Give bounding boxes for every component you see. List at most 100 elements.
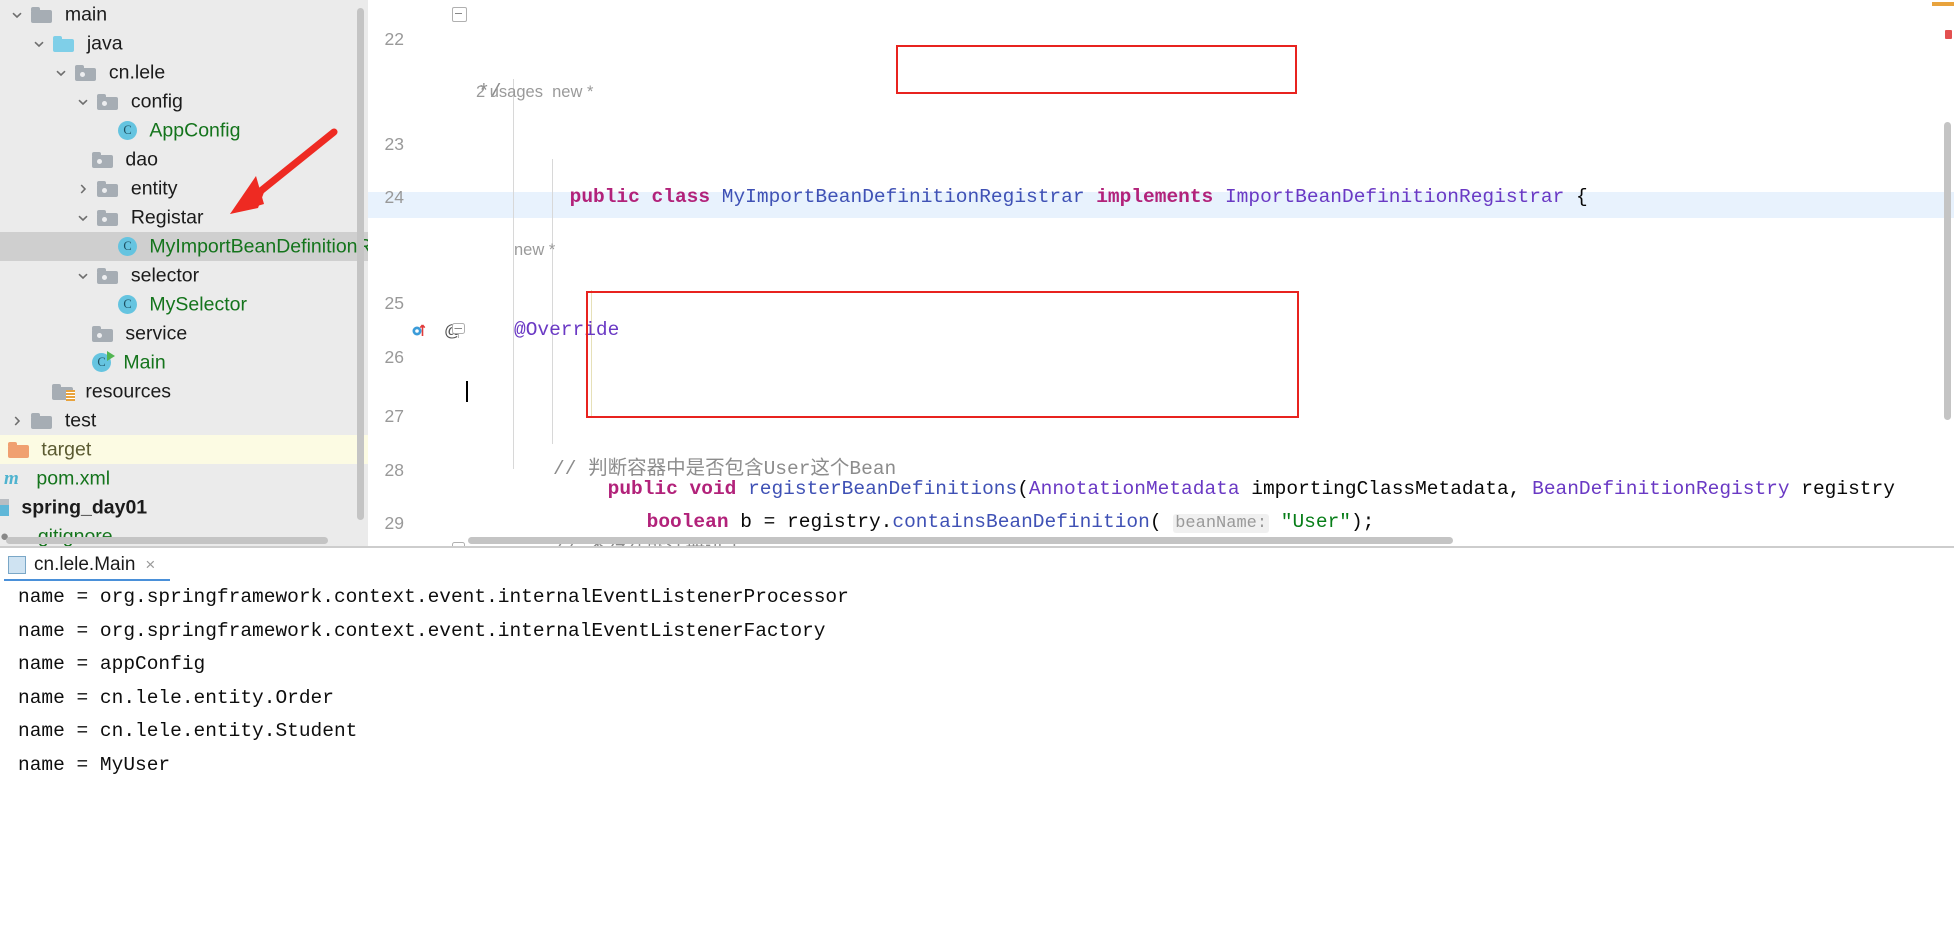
tree-label: service [125,322,188,345]
line-number: 26 [384,346,404,367]
tree-item-service[interactable]: service [0,319,368,348]
tree-label: test [64,409,97,432]
tree-item-entity[interactable]: entity [0,174,368,203]
resources-folder-icon [52,383,75,401]
tree-item-myselector[interactable]: C MySelector [0,290,368,319]
project-tree-horizontal-scrollbar[interactable] [6,537,328,544]
line-number: 25 [384,293,404,314]
parameter-hint: beanName: [1173,514,1270,534]
tree-label: Registar [130,206,204,229]
tree-label: spring_day01 [21,496,148,519]
project-tree-vertical-scrollbar[interactable] [357,8,364,520]
tree-label: MyImportBeanDefinitionRegistrar [149,235,368,258]
tree-label: MySelector [149,293,247,316]
package-icon [97,93,119,110]
tree-item-appconfig[interactable]: C AppConfig [0,116,368,145]
console-icon [8,556,26,574]
tree-item-resources[interactable]: resources [0,377,368,406]
code-line-25[interactable]: 25 @Override [368,264,1954,340]
code-class-name: MyImportBeanDefinitionRegistrar [721,186,1085,208]
close-icon[interactable]: × [145,555,155,574]
tree-item-target[interactable]: target [0,435,368,464]
maven-icon: m [4,468,19,490]
chevron-down-icon[interactable] [74,87,92,116]
tree-item-java[interactable]: java [0,29,368,58]
code-interface-name: ImportBeanDefinitionRegistrar [1224,186,1565,208]
code-line-22[interactable]: 22 */ [368,0,1954,103]
tree-item-spring-day01[interactable]: spring_day01 [0,493,368,522]
tree-item-config[interactable]: config [0,87,368,116]
code-expression: b = registry. [740,511,893,534]
class-icon: C [118,121,137,141]
fold-region-icon[interactable] [452,323,465,339]
console-output-line: name = MyUser [18,753,171,776]
editor-horizontal-scrollbar[interactable] [468,537,1453,544]
code-hint-new[interactable]: new * [368,211,1954,259]
folder-source-icon [53,35,75,52]
runnable-class-icon: C [92,351,115,373]
excluded-folder-icon [8,441,29,458]
console-output-line: name = org.springframework.context.event… [18,619,826,642]
chevron-down-icon[interactable] [74,203,92,232]
package-icon [75,64,97,81]
console-tab-main[interactable]: cn.lele.Main × [8,550,155,580]
tree-item-registar[interactable]: Registar [0,203,368,232]
class-icon: C [118,295,137,315]
fold-marker-icon[interactable] [452,7,467,22]
chevron-down-icon[interactable] [74,261,92,290]
chevron-down-icon[interactable] [30,29,48,58]
chevron-down-icon[interactable] [8,0,26,29]
line-number: 27 [384,406,404,427]
chevron-down-icon[interactable] [52,58,70,87]
code-keyword: boolean [646,511,729,534]
folder-icon [31,6,53,23]
editor-error-marker[interactable] [1945,30,1952,39]
tree-label: target [41,438,92,461]
line-number: 28 [384,459,404,480]
code-line-24[interactable]: 24 [368,157,1954,207]
tree-item-pom-xml[interactable]: m pom.xml [0,464,368,493]
tree-label: java [86,32,123,55]
tree-item-cnlele[interactable]: cn.lele [0,58,368,87]
line-number: 22 [384,29,404,50]
override-gutter-icon[interactable] [412,323,426,337]
tree-item-myimportbeandefinitionregistrar[interactable]: C MyImportBeanDefinitionRegistrar [0,232,368,261]
code-line-26[interactable]: 26 @ public void registerBeanDefinitions… [368,317,1954,499]
tree-item-gitignore[interactable]: ● .gitignore [0,522,368,548]
console-output[interactable]: name = org.springframework.context.event… [0,581,1954,948]
tree-label: main [64,3,108,26]
folder-icon [31,412,53,429]
tree-item-dao[interactable]: dao [0,145,368,174]
code-editor[interactable]: 22 */ 2 usages new * 23 public class MyI… [368,0,1954,548]
run-console-panel: cn.lele.Main × name = org.springframework… [0,548,1954,948]
tree-item-selector[interactable]: selector [0,261,368,290]
chevron-right-icon[interactable] [74,174,92,203]
line-number: 24 [384,186,404,207]
package-icon [92,325,113,342]
console-output-line: name = appConfig [18,653,206,675]
console-tab-bar: cn.lele.Main × [0,548,1954,582]
tree-label: dao [125,148,158,171]
chevron-right-icon[interactable] [8,406,26,435]
tree-item-main-class[interactable]: C Main [0,348,368,377]
code-line-27[interactable]: 27 // 判断容器中是否包含User这个Bean [368,377,1954,480]
code-line-29[interactable]: 29 // 不存在就注册进去 [368,484,1954,548]
code-implements-keyword: implements [1096,186,1214,208]
tree-label: cn.lele [108,61,166,84]
class-icon: C [118,237,137,257]
editor-vertical-scrollbar[interactable] [1944,122,1951,420]
code-line-23[interactable]: 23 public class MyImportBeanDefinitionRe… [368,105,1954,208]
inlay-hint: 2 usages new * [476,82,594,101]
project-tree-panel[interactable]: main java cn.lele config C AppConfig dao… [0,0,368,548]
tree-label: Main [123,351,166,374]
code-comment: // 判断容器中是否包含User这个Bean [553,457,897,480]
code-line-28[interactable]: 28 boolean b = registry.containsBeanDefi… [368,430,1954,534]
tree-item-main[interactable]: main [0,0,368,29]
tree-label: config [130,90,183,113]
console-output-line: name = cn.lele.entity.Student [18,720,358,742]
code-method-call: containsBeanDefinition [892,511,1150,534]
tree-item-test[interactable]: test [0,406,368,435]
console-output-line: name = org.springframework.context.event… [18,586,849,608]
code-keyword: public class [569,186,711,208]
code-hint-usages[interactable]: 2 usages new * [368,52,1954,101]
